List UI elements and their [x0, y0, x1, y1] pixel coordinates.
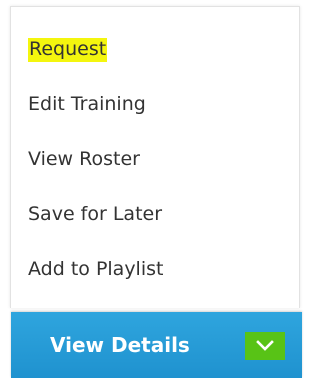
menu-item-label: Add to Playlist: [28, 258, 164, 280]
menu-item-view-roster[interactable]: View Roster: [28, 148, 140, 170]
menu-item-save-for-later[interactable]: Save for Later: [28, 203, 162, 225]
actions-menu: Request Edit Training View Roster Save f…: [10, 6, 300, 308]
menu-item-edit-training[interactable]: Edit Training: [28, 93, 146, 115]
menu-item-request[interactable]: Request: [28, 38, 108, 62]
menu-item-label: Edit Training: [28, 93, 146, 115]
menu-item-label: View Roster: [28, 148, 140, 170]
menu-item-add-to-playlist[interactable]: Add to Playlist: [28, 258, 163, 280]
menu-item-label: Save for Later: [28, 203, 163, 225]
menu-item-label: Request: [28, 38, 108, 62]
training-actions-dropdown: Request Edit Training View Roster Save f…: [0, 0, 304, 378]
chevron-down-icon: [256, 340, 274, 352]
view-details-label: View Details: [50, 333, 190, 357]
dropdown-toggle-button[interactable]: [245, 332, 285, 360]
view-details-button[interactable]: View Details: [11, 312, 302, 378]
